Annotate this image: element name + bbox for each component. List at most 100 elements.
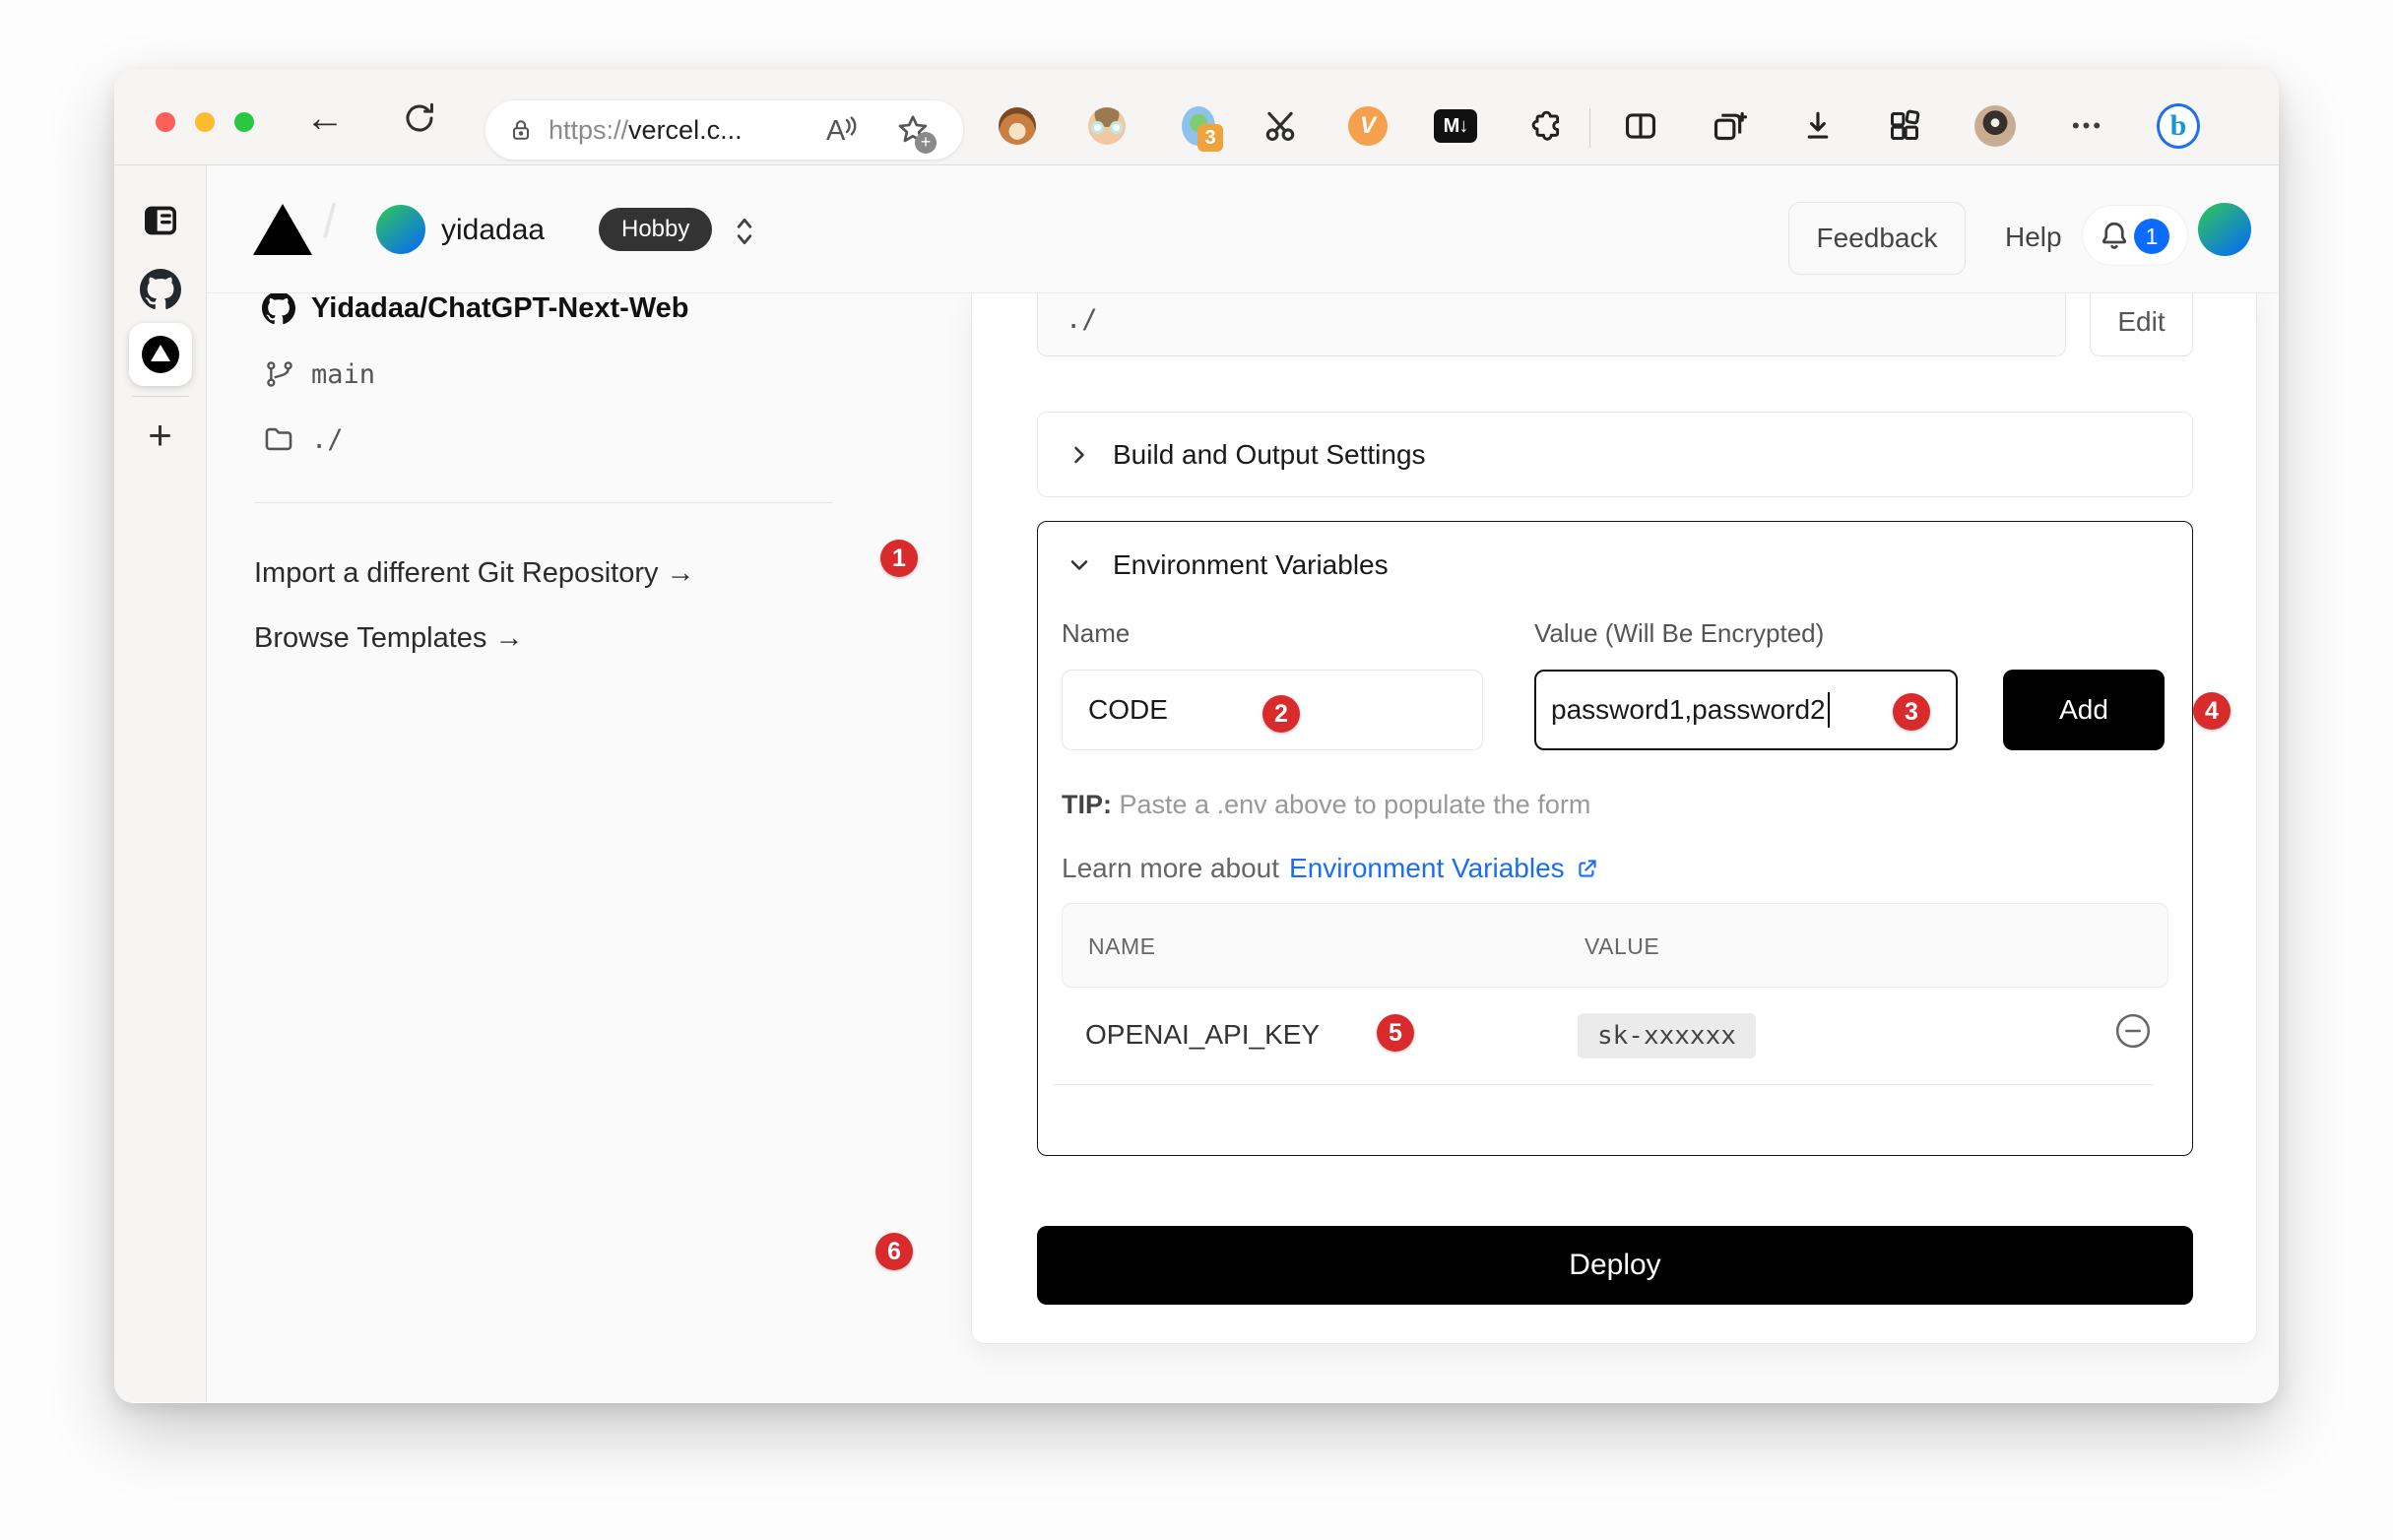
environment-variables-section: Environment Variables Name Value (Will B… [1037, 521, 2193, 1156]
extension-blob-icon[interactable]: 3 [1178, 104, 1221, 148]
notification-count-badge: 1 [2134, 219, 2169, 254]
annotation-badge-1: 1 [880, 540, 918, 577]
github-tab-icon[interactable] [139, 268, 182, 311]
repo-name: Yidadaa/ChatGPT-Next-Web [311, 292, 689, 325]
extension-tampermonkey-icon[interactable] [996, 104, 1039, 148]
refresh-icon [402, 100, 437, 136]
url-text: https://vercel.c... [549, 115, 743, 146]
import-repo-link[interactable]: Import a different Git Repository → [254, 557, 695, 590]
notifications-button[interactable]: 1 [2082, 205, 2188, 266]
new-tab-button[interactable]: + [139, 414, 182, 457]
feedback-button[interactable]: Feedback [1788, 202, 1966, 275]
env-row-value: sk-xxxxxx [1578, 1013, 1756, 1059]
settings-menu-button[interactable]: ••• [2060, 104, 2115, 148]
tip-label: TIP: [1062, 790, 1112, 819]
user-avatar[interactable] [2198, 203, 2251, 256]
apps-grid-button[interactable] [1883, 104, 1926, 148]
tip-text: TIP: Paste a .env above to populate the … [1062, 790, 1590, 820]
extensions-puzzle-icon[interactable] [1523, 104, 1567, 148]
github-icon [262, 291, 295, 325]
team-avatar[interactable] [376, 205, 425, 254]
external-link-icon [1575, 856, 1600, 881]
back-button[interactable]: ← [301, 95, 349, 142]
vertical-tabs-icon[interactable] [139, 199, 182, 242]
build-section-title: Build and Output Settings [1113, 439, 1426, 471]
browse-templates-link[interactable]: Browse Templates → [254, 622, 523, 655]
cat-avatar-image [1974, 105, 2016, 147]
edge-sidebar: + [114, 165, 207, 1402]
branch-row: main [264, 358, 375, 390]
configure-project-card: ./ Edit Build and Output Settings Enviro… [971, 293, 2257, 1344]
bing-chat-button[interactable]: b [2157, 104, 2200, 148]
downloads-button[interactable] [1796, 104, 1840, 148]
chevron-down-icon [1066, 551, 1093, 579]
annotation-badge-2: 2 [1262, 695, 1300, 733]
browser-window: ← https://vercel.c... A [114, 69, 2279, 1403]
team-switcher-button[interactable] [731, 215, 758, 248]
window-zoom-button[interactable] [234, 112, 254, 132]
env-section-header[interactable]: Environment Variables [1066, 549, 1389, 581]
vercel-header: / yidadaa Hobby Feedback Help 1 [207, 165, 2279, 293]
sidebar-divider [132, 396, 189, 397]
env-table-row: OPENAI_API_KEY sk-xxxxxx [1062, 988, 2168, 1084]
bell-icon [2097, 219, 2132, 254]
value-label: Value (Will Be Encrypted) [1534, 618, 1824, 649]
env-name-value: CODE [1088, 694, 1168, 726]
profile-avatar[interactable] [1973, 104, 2017, 148]
annotation-badge-6: 6 [875, 1233, 913, 1270]
help-link[interactable]: Help [2005, 222, 2062, 253]
collections-button[interactable] [1707, 104, 1750, 148]
env-section-title: Environment Variables [1113, 549, 1389, 581]
env-value-text: password1,password2 [1551, 694, 1826, 726]
url-host: vercel.c... [628, 115, 743, 145]
plus-badge-icon: + [915, 132, 937, 154]
add-favorite-button[interactable]: + [895, 112, 935, 152]
plan-badge: Hobby [599, 208, 712, 251]
vercel-favicon [142, 336, 179, 373]
read-aloud-button[interactable]: A [826, 114, 861, 148]
root-directory-row: ./ [262, 422, 344, 456]
annotation-badge-4: 4 [2193, 692, 2231, 730]
window-close-button[interactable] [156, 112, 175, 132]
repo-divider [254, 502, 832, 503]
env-row-name: OPENAI_API_KEY [1085, 1019, 1320, 1051]
vercel-logo[interactable] [253, 204, 312, 255]
vercel-page: / yidadaa Hobby Feedback Help 1 [207, 165, 2279, 1402]
active-tab-vercel[interactable] [129, 323, 192, 386]
learn-more-line: Learn more about Environment Variables [1062, 853, 1600, 884]
build-output-settings-section[interactable]: Build and Output Settings [1037, 412, 2193, 497]
window-minimize-button[interactable] [195, 112, 215, 132]
annotation-badge-3: 3 [1893, 693, 1930, 731]
account-name[interactable]: yidadaa [441, 214, 545, 247]
root-directory: ./ [311, 424, 344, 455]
extension-avatar-icon[interactable] [1085, 104, 1129, 148]
refresh-button[interactable] [396, 95, 443, 142]
extension-markdown-download-icon[interactable]: M↓ [1434, 104, 1477, 148]
extension-scissors-icon[interactable] [1259, 104, 1302, 148]
extension-video-icon[interactable]: V [1346, 104, 1390, 148]
read-aloud-icon: A [826, 114, 845, 148]
split-screen-button[interactable] [1619, 104, 1662, 148]
url-scheme: https:// [549, 115, 628, 145]
root-directory-input[interactable]: ./ [1037, 293, 2066, 356]
lock-icon [507, 116, 535, 144]
env-variables-link[interactable]: Environment Variables [1289, 853, 1565, 884]
row-divider [1054, 1084, 2153, 1085]
folder-icon [262, 422, 295, 456]
breadcrumb-slash: / [323, 195, 336, 249]
repo-title-row: Yidadaa/ChatGPT-Next-Web [262, 291, 689, 325]
add-button[interactable]: Add [2003, 670, 2165, 750]
ellipsis-icon: ••• [2072, 113, 2103, 139]
annotation-badge-5: 5 [1377, 1014, 1414, 1052]
remove-variable-button[interactable] [2113, 1011, 2153, 1051]
toolbar-divider [1589, 108, 1590, 148]
name-column-header: NAME [1088, 933, 1155, 960]
sound-wave-icon [845, 114, 861, 138]
edit-button[interactable]: Edit [2090, 293, 2193, 356]
minus-circle-icon [2113, 1011, 2153, 1051]
name-label: Name [1062, 618, 1130, 649]
value-column-header: VALUE [1585, 933, 1659, 960]
text-caret [1828, 692, 1830, 728]
address-bar[interactable]: https://vercel.c... A + [485, 100, 963, 160]
deploy-button[interactable]: Deploy [1037, 1226, 2193, 1305]
